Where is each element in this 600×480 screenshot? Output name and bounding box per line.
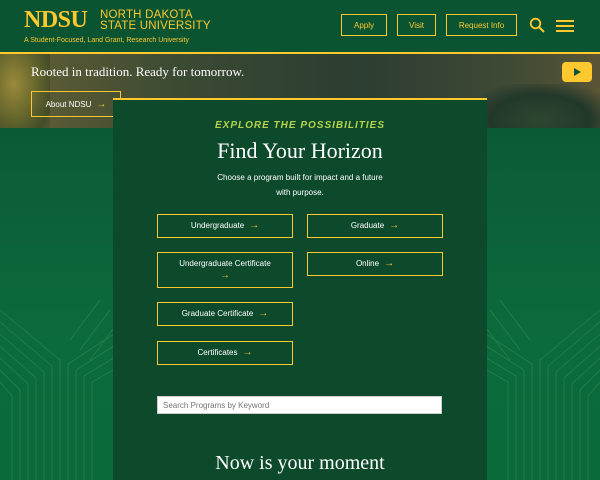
graduate-certificate-button[interactable]: Graduate Certificate →	[157, 302, 293, 326]
section-title: Find Your Horizon	[217, 138, 383, 163]
graduate-label: Graduate	[350, 221, 385, 230]
site-header: NDSU NORTH DAKOTA STATE UNIVERSITY A Stu…	[0, 0, 600, 52]
apply-button[interactable]: Apply	[341, 14, 387, 36]
decorative-lines-left	[0, 300, 120, 480]
logo-name-line2: STATE UNIVERSITY	[100, 20, 211, 32]
eyebrow-text: EXPLORE THE POSSIBILITIES	[214, 120, 386, 131]
hero-headline: Rooted in tradition. Ready for tomorrow.	[31, 64, 245, 79]
about-ndsu-label: About NDSU	[45, 99, 92, 109]
arrow-right-icon: →	[96, 98, 107, 110]
arrow-right-icon: →	[220, 270, 230, 281]
certificates-label: Certificates	[197, 348, 238, 357]
visit-button[interactable]: Visit	[397, 14, 436, 36]
program-finder-card: EXPLORE THE POSSIBILITIES Find Your Hori…	[113, 98, 487, 480]
undergraduate-certificate-label: Undergraduate Certificate	[179, 259, 271, 268]
logo-university-name: NORTH DAKOTA STATE UNIVERSITY	[100, 9, 260, 32]
arrow-right-icon: →	[249, 220, 260, 231]
play-video-button[interactable]	[562, 62, 592, 82]
hero-tree-decoration-right	[470, 84, 600, 128]
section-description: Choose a program built for impact and a …	[217, 173, 383, 197]
online-label: Online	[355, 259, 380, 268]
next-section-title: Now is your moment	[215, 452, 385, 474]
undergraduate-button[interactable]: Undergraduate →	[157, 214, 293, 238]
graduate-button[interactable]: Graduate →	[307, 214, 443, 238]
play-icon	[574, 68, 581, 76]
arrow-right-icon: →	[258, 308, 269, 319]
tagline: A Student-Focused, Land Grant, Research …	[24, 37, 189, 44]
arrow-right-icon: →	[389, 220, 400, 231]
search-icon[interactable]	[529, 17, 545, 33]
logo-wordmark: NDSU	[24, 7, 88, 33]
undergraduate-label: Undergraduate	[190, 221, 245, 230]
undergraduate-certificate-button[interactable]: Undergraduate Certificate →	[157, 252, 293, 288]
certificates-button[interactable]: Certificates →	[157, 341, 293, 365]
graduate-certificate-label: Graduate Certificate	[181, 309, 254, 318]
request-info-button[interactable]: Request Info	[446, 14, 517, 36]
arrow-right-icon: →	[384, 258, 395, 269]
program-search-input[interactable]	[157, 396, 442, 414]
online-button[interactable]: Online →	[307, 252, 443, 276]
decorative-lines-right	[480, 300, 600, 480]
arrow-right-icon: →	[242, 347, 253, 358]
about-ndsu-button[interactable]: About NDSU →	[31, 91, 121, 117]
hamburger-menu-icon[interactable]	[556, 19, 574, 33]
